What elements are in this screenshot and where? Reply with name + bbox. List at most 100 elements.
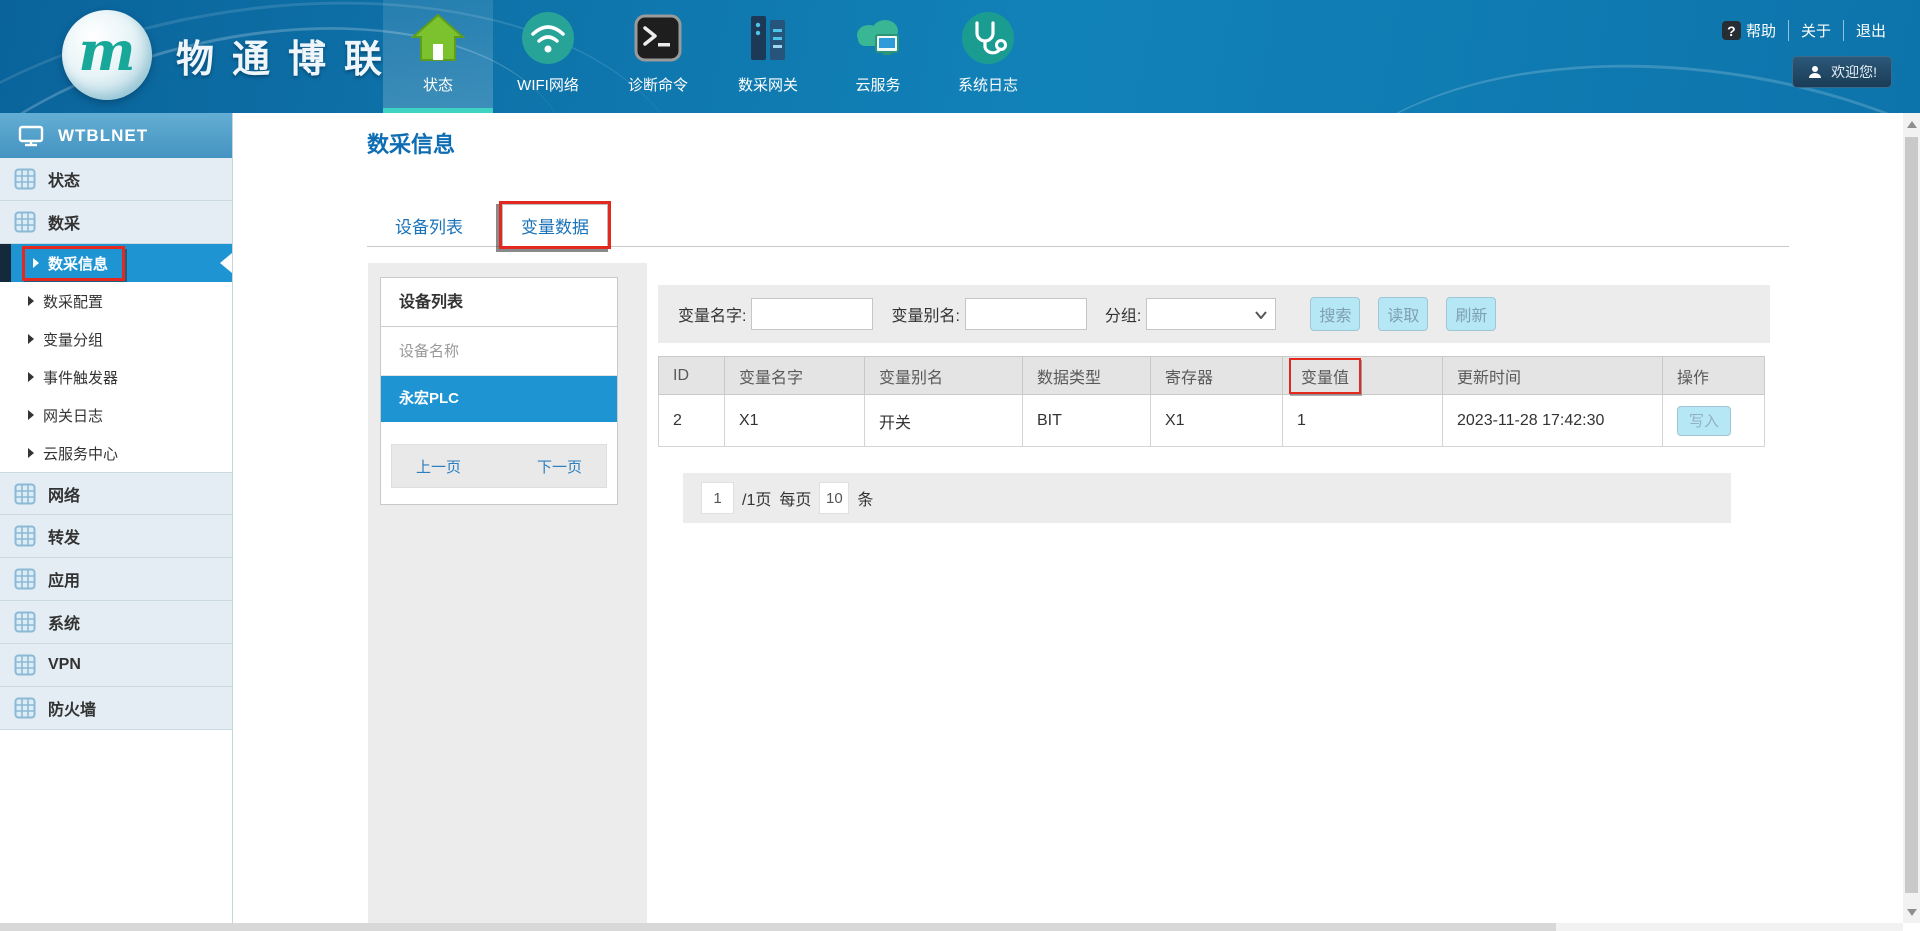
prev-page-link[interactable]: 上一页 xyxy=(416,456,461,477)
sidebar-item-label: 转发 xyxy=(48,524,80,548)
sidebar-subitem-label: 事件触发器 xyxy=(43,367,118,388)
selected-edge-bar xyxy=(0,244,11,282)
table-pagination: /1页 每页 条 xyxy=(683,473,1731,523)
main-nav: 状态 WIFI网络 诊断命令 数采网关 xyxy=(383,0,1043,113)
next-page-link[interactable]: 下一页 xyxy=(537,456,582,477)
grid-icon xyxy=(14,611,36,633)
sidebar-subitem-dc-config[interactable]: 数采配置 xyxy=(0,282,232,320)
brand-name: 物通博联 xyxy=(176,28,400,83)
scroll-down-arrow[interactable] xyxy=(1903,903,1920,921)
sidebar-item-system[interactable]: 系统 xyxy=(0,601,232,644)
sidebar-subitem-event-triggers[interactable]: 事件触发器 xyxy=(0,358,232,396)
sidebar-title-label: WTBLNET xyxy=(58,126,148,146)
annotation-box-sidebar: 数采信息 xyxy=(22,246,125,281)
sidebar-item-firewall[interactable]: 防火墙 xyxy=(0,687,232,730)
nav-item-wifi[interactable]: WIFI网络 xyxy=(493,0,603,113)
variable-name-input[interactable] xyxy=(751,298,873,330)
sidebar-subitem-label: 数采信息 xyxy=(48,253,108,274)
caret-right-icon xyxy=(28,448,34,458)
annotation-box-tab: 变量数据 xyxy=(499,201,611,249)
sidebar: WTBLNET 状态 数采 数采信息 数采配置 变量分组 xyxy=(0,113,233,923)
device-list-column: 设备列表 设备名称 永宏PLC 上一页 下一页 xyxy=(368,263,647,923)
brand-logo: m 物通博联 xyxy=(62,10,400,100)
variable-alias-input[interactable] xyxy=(965,298,1087,330)
variable-name-label: 变量名字: xyxy=(678,302,746,326)
sidebar-subitem-variable-groups[interactable]: 变量分组 xyxy=(0,320,232,358)
variable-table: ID 变量名字 变量别名 数据类型 寄存器 变量值 更新时间 操作 2 xyxy=(658,356,1765,447)
sidebar-subitem-label: 网关日志 xyxy=(43,405,103,426)
col-id: ID xyxy=(659,357,725,395)
vertical-scroll-thumb[interactable] xyxy=(1905,137,1918,893)
app-page: m 物通博联 状态 WIFI网络 诊断命令 xyxy=(0,0,1920,931)
tab-variable-data[interactable]: 变量数据 xyxy=(502,204,608,246)
table-row: 2 X1 开关 BIT X1 1 2023-11-28 17:42:30 写入 xyxy=(659,395,1765,447)
sidebar-item-status[interactable]: 状态 xyxy=(0,158,232,201)
cell-update-time: 2023-11-28 17:42:30 xyxy=(1443,395,1663,447)
nav-item-cloud[interactable]: 云服务 xyxy=(823,0,933,113)
sidebar-item-label: 数采 xyxy=(48,210,80,234)
sidebar-subitem-dc-info[interactable]: 数采信息 xyxy=(0,244,232,282)
arrow-up-icon xyxy=(1907,121,1917,128)
help-link[interactable]: ? 帮助 xyxy=(1710,20,1788,41)
caret-right-icon xyxy=(28,410,34,420)
group-select[interactable] xyxy=(1146,298,1276,330)
question-icon: ? xyxy=(1722,21,1741,40)
about-link[interactable]: 关于 xyxy=(1788,20,1843,41)
sidebar-title: WTBLNET xyxy=(0,113,232,158)
col-variable-alias: 变量别名 xyxy=(865,357,1023,395)
selected-arrow-icon xyxy=(220,253,232,273)
welcome-badge[interactable]: 欢迎您! xyxy=(1792,56,1892,88)
cell-variable-alias: 开关 xyxy=(865,395,1023,447)
sidebar-subitem-gateway-logs[interactable]: 网关日志 xyxy=(0,396,232,434)
sidebar-subitem-label: 云服务中心 xyxy=(43,443,118,464)
cloud-icon xyxy=(850,10,906,66)
device-pager: 上一页 下一页 xyxy=(391,444,607,488)
grid-icon xyxy=(14,168,36,190)
nav-label: 系统日志 xyxy=(958,74,1018,95)
caret-right-icon xyxy=(28,334,34,344)
col-update-time: 更新时间 xyxy=(1443,357,1663,395)
table-header-row: ID 变量名字 变量别名 数据类型 寄存器 变量值 更新时间 操作 xyxy=(659,357,1765,395)
device-list-card: 设备列表 设备名称 永宏PLC 上一页 下一页 xyxy=(380,277,618,505)
cell-register: X1 xyxy=(1151,395,1283,447)
cell-data-type: BIT xyxy=(1023,395,1151,447)
sidebar-item-vpn[interactable]: VPN xyxy=(0,644,232,687)
user-icon xyxy=(1807,64,1823,80)
caret-right-icon xyxy=(33,258,39,268)
grid-icon xyxy=(14,211,36,233)
page-title: 数采信息 xyxy=(367,127,455,159)
sidebar-item-data-collection[interactable]: 数采 xyxy=(0,201,232,244)
page-total-label: /1页 xyxy=(742,486,771,510)
refresh-button[interactable]: 刷新 xyxy=(1446,297,1496,331)
device-row-yonghong-plc[interactable]: 永宏PLC xyxy=(381,376,617,422)
cell-id: 2 xyxy=(659,395,725,447)
nav-item-status[interactable]: 状态 xyxy=(383,0,493,113)
nav-item-gateway[interactable]: 数采网关 xyxy=(713,0,823,113)
grid-icon xyxy=(14,525,36,547)
grid-icon xyxy=(14,568,36,590)
tab-device-list[interactable]: 设备列表 xyxy=(383,213,475,238)
sidebar-subitem-cloud-center[interactable]: 云服务中心 xyxy=(0,434,232,472)
read-button[interactable]: 读取 xyxy=(1378,297,1428,331)
nav-item-diagnostics[interactable]: 诊断命令 xyxy=(603,0,713,113)
caret-right-icon xyxy=(28,372,34,382)
scroll-up-arrow[interactable] xyxy=(1903,115,1920,133)
sidebar-item-network[interactable]: 网络 xyxy=(0,472,232,515)
per-page-input[interactable] xyxy=(819,482,849,514)
nav-item-syslog[interactable]: 系统日志 xyxy=(933,0,1043,113)
sidebar-item-applications[interactable]: 应用 xyxy=(0,558,232,601)
nav-label: 数采网关 xyxy=(738,74,798,95)
search-button[interactable]: 搜索 xyxy=(1310,297,1360,331)
horizontal-scroll-thumb[interactable] xyxy=(0,923,1556,931)
page-number-input[interactable] xyxy=(701,482,734,514)
write-button[interactable]: 写入 xyxy=(1677,406,1731,436)
sidebar-item-forwarding[interactable]: 转发 xyxy=(0,515,232,558)
sidebar-subitem-label: 数采配置 xyxy=(43,291,103,312)
sidebar-item-label: 网络 xyxy=(48,482,80,506)
welcome-text: 欢迎您! xyxy=(1831,62,1877,82)
logout-link[interactable]: 退出 xyxy=(1843,20,1898,41)
nav-label: 云服务 xyxy=(855,74,900,95)
home-icon xyxy=(410,10,466,66)
col-variable-name: 变量名字 xyxy=(725,357,865,395)
caret-right-icon xyxy=(28,296,34,306)
